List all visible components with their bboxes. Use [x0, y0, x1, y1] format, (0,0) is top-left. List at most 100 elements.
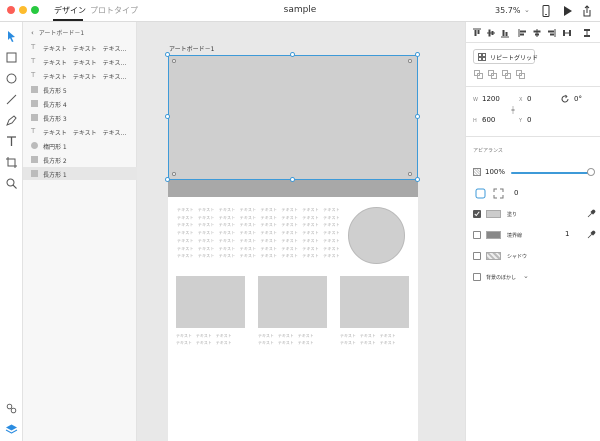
align-top-icon[interactable]	[472, 28, 482, 38]
y-input[interactable]: 0	[527, 116, 531, 124]
resize-handle[interactable]	[415, 177, 420, 182]
x-input[interactable]: 0	[527, 95, 531, 103]
stroke-width-input[interactable]: 1	[565, 230, 569, 238]
rotation-input[interactable]: 0°	[574, 95, 582, 103]
artboard-title[interactable]: アートボード－1	[169, 44, 214, 53]
pen-tool-icon[interactable]	[5, 114, 18, 127]
fill-label: 塗り	[507, 212, 518, 218]
shadow-color-swatch[interactable]	[486, 252, 501, 260]
card-image-rectangle[interactable]	[176, 276, 245, 328]
corner-radius-handle[interactable]	[172, 59, 176, 63]
text-line: テキスト テキスト テキスト	[340, 333, 396, 338]
align-center-icon[interactable]	[532, 28, 542, 38]
ellipse-shape[interactable]	[348, 207, 405, 264]
resize-handle[interactable]	[415, 114, 420, 119]
opacity-slider[interactable]	[511, 172, 591, 174]
text-tool-icon[interactable]	[5, 135, 18, 148]
zoom-tool-icon[interactable]	[5, 177, 18, 190]
canvas[interactable]: アートボード－1 テキスト テキスト テキスト テキスト テキスト テキスト テ…	[137, 22, 465, 441]
card-text-block[interactable]: テキスト テキスト テキスト テキスト テキスト テキスト	[176, 332, 248, 346]
width-input[interactable]: 1200	[482, 95, 500, 103]
fill-checkbox[interactable]	[473, 210, 481, 218]
opacity-input[interactable]: 100%	[485, 168, 505, 176]
text-icon: T	[31, 43, 36, 51]
ellipse-tool-icon[interactable]	[5, 72, 18, 85]
corner-radius-handle[interactable]	[172, 172, 176, 176]
height-input[interactable]: 600	[482, 116, 495, 124]
layers-panel-icon[interactable]	[5, 423, 18, 436]
align-middle-icon[interactable]	[486, 28, 496, 38]
text-line: テキスト テキスト テキスト テキスト テキスト テキスト テキスト テキスト	[177, 245, 340, 251]
resize-handle[interactable]	[415, 52, 420, 57]
corner-radius-all-icon[interactable]	[475, 188, 486, 199]
band-rectangle[interactable]	[168, 180, 418, 197]
mobile-preview-icon[interactable]	[539, 4, 553, 18]
selection-frame	[168, 55, 418, 180]
eyedropper-icon[interactable]	[586, 209, 596, 219]
resize-handle[interactable]	[165, 52, 170, 57]
layer-item[interactable]: 長方形 3	[23, 111, 137, 124]
rectangle-icon	[31, 86, 38, 93]
chevron-down-icon[interactable]: ⌄	[523, 272, 529, 280]
align-bottom-icon[interactable]	[500, 28, 510, 38]
assets-panel-icon[interactable]	[5, 402, 18, 415]
layer-item[interactable]: 楕円形 1	[23, 139, 137, 152]
layer-item[interactable]: T テキスト テキスト テキス…	[23, 125, 137, 138]
zoom-level[interactable]: 35.7%	[495, 6, 520, 15]
resize-handle[interactable]	[165, 114, 170, 119]
layer-label: 長方形 4	[43, 102, 67, 109]
layer-item[interactable]: 長方形 2	[23, 153, 137, 166]
layers-breadcrumb[interactable]: ‹ アートボード－1	[31, 28, 84, 37]
corner-radius-input[interactable]: 0	[514, 189, 518, 197]
text-icon: T	[31, 71, 36, 79]
shadow-checkbox[interactable]	[473, 252, 481, 260]
opacity-slider-knob[interactable]	[587, 168, 595, 176]
eyedropper-icon[interactable]	[586, 230, 596, 240]
share-icon[interactable]	[580, 4, 594, 18]
stroke-checkbox[interactable]	[473, 231, 481, 239]
corner-radius-handle[interactable]	[408, 59, 412, 63]
chevron-left-icon[interactable]: ‹	[31, 29, 34, 37]
text-icon: T	[31, 127, 36, 135]
background-blur-label[interactable]: 背景のぼかし	[486, 274, 516, 281]
card-text-block[interactable]: テキスト テキスト テキスト テキスト テキスト テキスト	[340, 332, 412, 346]
layer-label: 長方形 2	[43, 158, 67, 165]
corner-radius-handle[interactable]	[408, 172, 412, 176]
tool-bar	[0, 22, 23, 441]
layer-item[interactable]: 長方形 4	[23, 97, 137, 110]
chevron-down-icon[interactable]: ⌄	[524, 6, 530, 14]
background-blur-checkbox[interactable]	[473, 273, 481, 281]
fill-color-swatch[interactable]	[486, 210, 501, 218]
layer-item[interactable]: 長方形 5	[23, 83, 137, 96]
boolean-add-icon[interactable]	[474, 70, 483, 79]
distribute-horizontal-icon[interactable]	[562, 28, 572, 38]
align-left-icon[interactable]	[518, 28, 528, 38]
repeat-grid-button[interactable]: リピートグリッド	[473, 49, 538, 64]
resize-handle[interactable]	[165, 177, 170, 182]
card-text-block[interactable]: テキスト テキスト テキスト テキスト テキスト テキスト	[258, 332, 330, 346]
layer-item[interactable]: T テキスト テキスト テキス…	[23, 41, 137, 54]
lock-aspect-icon[interactable]	[510, 106, 516, 114]
layer-item[interactable]: T テキスト テキスト テキス…	[23, 69, 137, 82]
line-tool-icon[interactable]	[5, 93, 18, 106]
card-image-rectangle[interactable]	[258, 276, 327, 328]
align-right-icon[interactable]	[546, 28, 556, 38]
rectangle-tool-icon[interactable]	[5, 51, 18, 64]
layer-item[interactable]: T テキスト テキスト テキス…	[23, 55, 137, 68]
corner-radius-each-icon[interactable]	[493, 188, 504, 199]
select-tool-icon[interactable]	[5, 30, 18, 43]
layer-item-selected[interactable]: 長方形 1	[23, 167, 137, 180]
resize-handle[interactable]	[290, 52, 295, 57]
play-preview-icon[interactable]	[560, 4, 574, 18]
distribute-vertical-icon[interactable]	[582, 28, 592, 38]
card-image-rectangle[interactable]	[340, 276, 409, 328]
artboard-tool-icon[interactable]	[5, 156, 18, 169]
resize-handle[interactable]	[290, 177, 295, 182]
boolean-subtract-icon[interactable]	[488, 70, 497, 79]
stroke-color-swatch[interactable]	[486, 231, 501, 239]
active-tab-indicator	[53, 19, 83, 21]
body-text-block[interactable]: テキスト テキスト テキスト テキスト テキスト テキスト テキスト テキスト …	[177, 206, 340, 260]
boolean-intersect-icon[interactable]	[502, 70, 511, 79]
boolean-exclude-icon[interactable]	[516, 70, 525, 79]
text-line: テキスト テキスト テキスト テキスト テキスト テキスト テキスト テキスト	[177, 214, 340, 220]
